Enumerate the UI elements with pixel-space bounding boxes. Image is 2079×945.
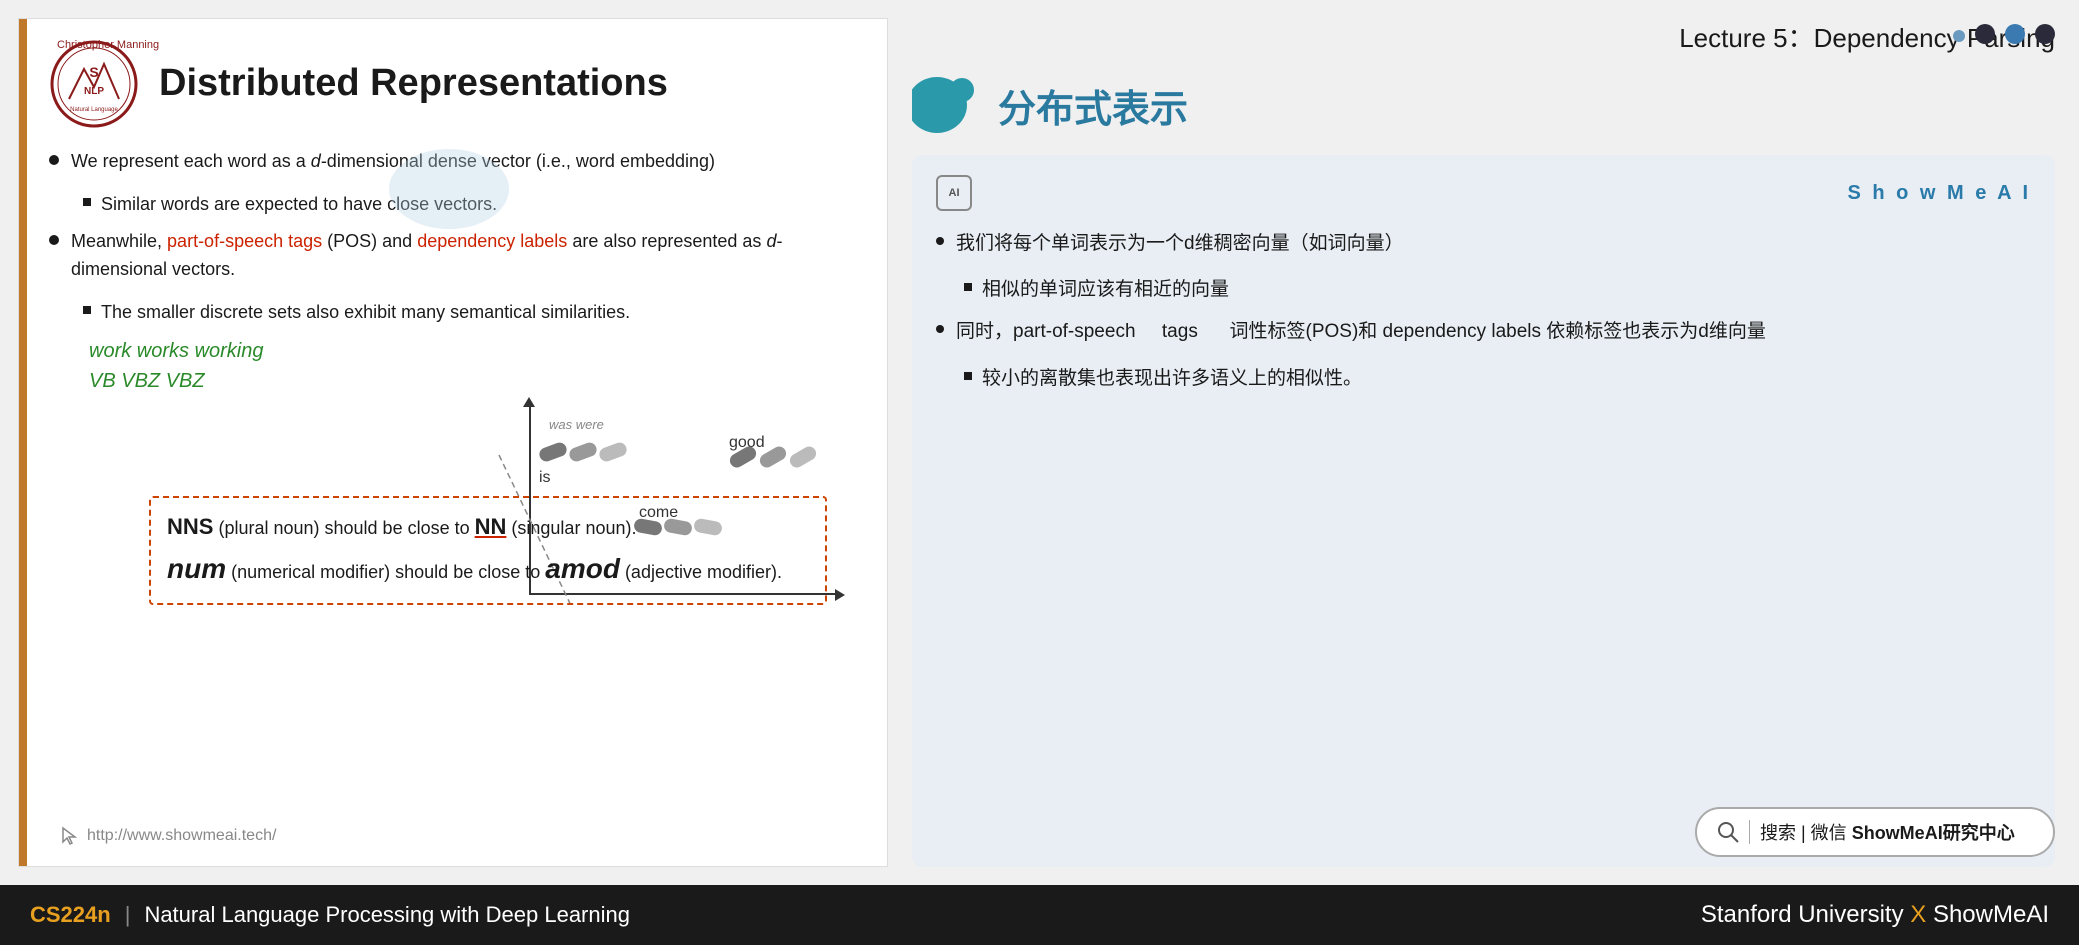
stanford-logo: S NLP Natural Language [49,39,139,129]
bullet-square-2 [83,306,91,314]
right-panel: Lecture 5：Dependency Parsing 分布式表示 AI [888,0,2079,885]
wasl-label-1: was were [549,415,604,436]
cb-dot-2 [936,325,944,333]
cb-sub-1: 相似的单词应该有相近的向量 [964,273,2031,307]
ai-icon: AI [936,175,972,211]
footer-brand: ShowMeAI [1933,901,2049,928]
bullet-2-text: Meanwhile, part-of-speech tags (POS) and… [71,227,857,285]
nav-dot-dark2[interactable] [2035,24,2055,44]
axis-arrow-up [523,397,535,407]
dashed-box-line1: NNS (plural noun) should be close to NN … [167,508,809,545]
showmeai-text: S h o w M e A I [1847,182,2031,205]
bullet-2: Meanwhile, part-of-speech tags (POS) and… [49,227,857,285]
axis-arrow-right [835,589,845,601]
slide-title: Distributed Representations [159,61,668,107]
content-bullets: 我们将每个单词表示为一个d维稠密向量（如词向量） 相似的单词应该有相近的向量 同… [936,227,2031,396]
footer-x: X [1910,901,1933,928]
bullet-square-1 [83,198,91,206]
handwriting-area: work works working VB VBZ VBZ [89,335,857,395]
cb-sq-1 [964,283,972,291]
teal-shape-svg [912,75,982,135]
search-label: 搜索 | 微信 ShowMeAI研究中心 [1760,819,2015,845]
nav-dot-small[interactable] [1953,30,1965,42]
search-box[interactable]: 搜索 | 微信 ShowMeAI研究中心 [1695,807,2055,857]
slide-panel: Christopher Manning S NLP Natural Langua… [18,18,888,867]
cb-sub-2: 较小的离散集也表现出许多语义上的相似性。 [964,362,2031,396]
professor-name: Christopher Manning [57,39,159,51]
cb-sub-text-1: 相似的单词应该有相近的向量 [982,273,1229,307]
cb-text-1: 我们将每个单词表示为一个d维稠密向量（如词向量） [956,227,1404,261]
url-text: http://www.showmeai.tech/ [87,827,276,845]
cb-text-2: 同时，part-of-speech tags 词性标签(POS)和 depend… [956,315,1766,349]
dashed-box: NNS (plural noun) should be close to NN … [149,496,827,605]
cb-sub-text-2: 较小的离散集也表现出许多语义上的相似性。 [982,362,1362,396]
url-line: http://www.showmeai.tech/ [59,826,276,846]
bullet-2-sub-text: The smaller discrete sets also exhibit m… [101,298,630,327]
lecture-title: Lecture 5：Dependency Parsing [912,18,2055,55]
pill-group-is [539,445,627,459]
slide-header: S NLP Natural Language Distributed Repre… [49,39,857,129]
bullet-dot-1 [49,155,59,165]
teal-shape-container [912,75,982,135]
section-header: 分布式表示 [912,75,2055,135]
footer-description: Natural Language Processing with Deep Le… [144,902,630,928]
cb-bullet-1: 我们将每个单词表示为一个d维稠密向量（如词向量） [936,227,2031,261]
cb-dot-1 [936,237,944,245]
bullet-1-text: We represent each word as a d-dimensiona… [71,147,715,176]
nav-dots[interactable] [1953,24,2055,44]
bullet-1-sub: Similar words are expected to have close… [83,190,857,219]
svg-text:Natural Language: Natural Language [70,107,118,113]
bullet-1-sub-text: Similar words are expected to have close… [101,190,497,219]
footer-right: Stanford University X ShowMeAI [1701,901,2049,929]
cb-bullet-2: 同时，part-of-speech tags 词性标签(POS)和 depend… [936,315,2031,349]
bullet-1: We represent each word as a d-dimensiona… [49,147,857,176]
word-is: is [539,465,551,491]
section-title-zh: 分布式表示 [998,78,1188,133]
diagram-area: was were is come [49,405,857,605]
slide-body: We represent each word as a d-dimensiona… [49,147,857,605]
bullet-2-sub: The smaller discrete sets also exhibit m… [83,298,857,327]
footer-course-code: CS224n [30,902,111,928]
search-icon [1717,821,1739,843]
cursor-icon [59,826,79,846]
bullet-dot-2 [49,235,59,245]
content-box: AI S h o w M e A I 我们将每个单词表示为一个d维稠密向量（如词… [912,155,2055,867]
footer: CS224n | Natural Language Processing wit… [0,885,2079,945]
footer-left: CS224n | Natural Language Processing wit… [30,902,630,928]
nav-dot-dark[interactable] [1975,24,1995,44]
showmeai-badge: AI S h o w M e A I [936,175,2031,211]
nav-dot-active[interactable] [2005,24,2025,44]
search-separator [1749,820,1750,844]
dashed-box-line2: num (numerical modifier) should be close… [167,545,809,593]
handwriting-line1: work works working [89,335,263,367]
cb-sq-2 [964,372,972,380]
handwriting-line2: VB VBZ VBZ [89,365,205,397]
footer-university: Stanford University [1701,901,1904,928]
pill-group-good [729,450,817,464]
footer-separator: | [125,902,131,928]
